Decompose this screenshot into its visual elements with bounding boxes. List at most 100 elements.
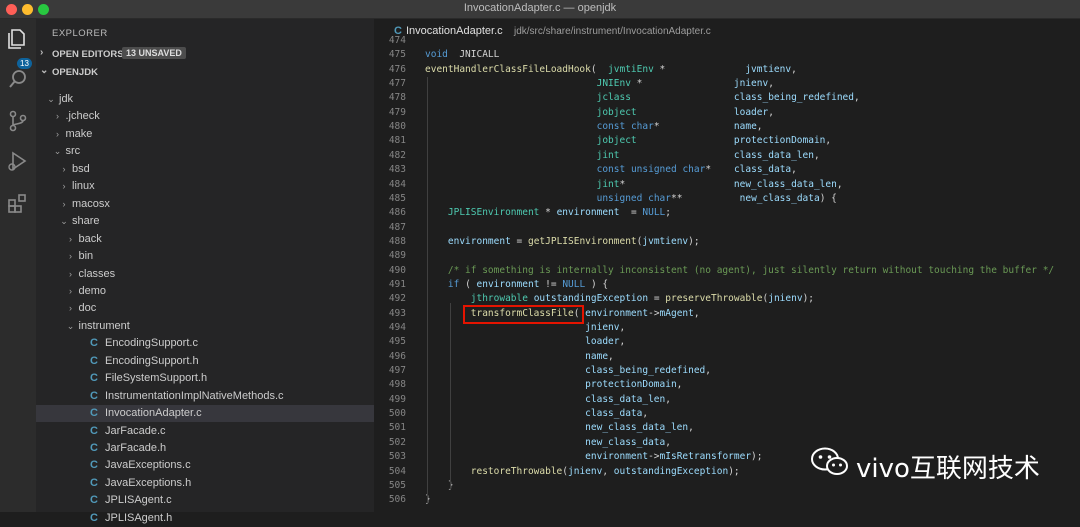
open-editors-section[interactable]: › OPEN EDITORS 13 UNSAVED <box>36 46 374 64</box>
chevron-down-icon: ⌄ <box>53 146 62 157</box>
tree-folder[interactable]: › .jcheck <box>36 108 374 125</box>
tree-folder[interactable]: › classes <box>36 266 374 283</box>
tree-file[interactable]: C JavaExceptions.h <box>36 475 374 492</box>
tree-file[interactable]: C FileSystemSupport.h <box>36 370 374 387</box>
line-number: 494 <box>388 322 406 333</box>
tree-file[interactable]: C JarFacade.h <box>36 440 374 457</box>
code-token: /* if something is internally inconsiste… <box>447 264 1055 276</box>
line-number: 502 <box>388 436 406 448</box>
tree-item-label: bin <box>78 250 94 263</box>
code-token: * <box>653 121 734 133</box>
code-token: environment <box>476 278 540 290</box>
code-token: jint <box>596 149 620 161</box>
code-token: , <box>813 149 820 161</box>
tree-file[interactable]: C InvocationAdapter.c <box>36 405 374 423</box>
tree-file[interactable]: C InstrumentationImplNativeMethods.c <box>36 388 374 405</box>
code-token: ** <box>670 192 740 204</box>
tree-folder[interactable]: › make <box>36 126 374 143</box>
line-number: 500 <box>388 408 406 420</box>
code-token: jnienv <box>585 322 620 333</box>
tree-file[interactable]: C JPLISAgent.h <box>36 510 374 527</box>
tree-item-label: JPLISAgent.h <box>105 511 173 524</box>
tree-folder[interactable]: › doc <box>36 300 374 317</box>
c-file-icon: C <box>90 424 98 437</box>
code-token: * <box>619 178 734 190</box>
tree-item-label: bsd <box>72 162 90 175</box>
code-line: const unsigned char* class_data, <box>425 164 797 175</box>
tree-file[interactable]: C JavaExceptions.c <box>36 457 374 474</box>
c-file-icon: C <box>90 476 98 489</box>
code-line: class_data_len, <box>425 394 671 405</box>
tab-filename[interactable]: InvocationAdapter.c <box>406 25 503 37</box>
code-token: jvmtienv <box>642 235 689 247</box>
code-token: , <box>619 336 626 348</box>
code-token: new_class_data_len <box>733 178 837 190</box>
line-number: 484 <box>388 178 406 190</box>
tree-item-label: instrument <box>78 319 130 332</box>
code-token: ); <box>688 235 700 247</box>
tree-file[interactable]: C EncodingSupport.h <box>36 353 374 370</box>
line-number: 491 <box>388 278 406 290</box>
chevron-down-icon: ⌄ <box>60 216 68 227</box>
breadcrumb[interactable]: jdk/src/share/instrument/InvocationAdapt… <box>514 26 711 37</box>
tree-folder[interactable]: › bin <box>36 248 374 265</box>
chevron-right-icon: › <box>62 163 66 174</box>
tree-folder[interactable]: › macosx <box>36 196 374 213</box>
code-token: restoreThrowable <box>470 465 563 477</box>
tree-folder[interactable]: ⌄ src <box>36 143 374 160</box>
run-debug-icon[interactable] <box>6 149 30 173</box>
line-number: 478 <box>388 92 406 104</box>
line-number: 493 <box>388 307 406 319</box>
tree-file[interactable]: C JPLISAgent.c <box>36 492 374 509</box>
code-token: , <box>791 164 797 176</box>
line-number: 492 <box>388 293 406 305</box>
tree-file[interactable]: C JarFacade.c <box>36 423 374 440</box>
chevron-right-icon: › <box>56 128 59 139</box>
code-token: , <box>642 408 649 420</box>
line-number: 503 <box>388 451 406 463</box>
code-line: eventHandlerClassFileLoadHook( jvmtiEnv … <box>425 64 797 75</box>
tree-file[interactable]: C EncodingSupport.c <box>36 335 374 352</box>
tree-folder[interactable]: ⌄ jdk <box>36 91 374 108</box>
code-line: restoreThrowable(jnienv, outstandingExce… <box>425 466 740 477</box>
code-token: , <box>608 350 614 362</box>
code-line: if ( environment != NULL ) { <box>425 279 608 290</box>
source-control-icon[interactable] <box>6 109 30 133</box>
code-line: loader, <box>425 336 625 347</box>
code-token: * <box>630 78 734 90</box>
code-token: name <box>585 350 609 362</box>
c-file-icon: C <box>90 372 98 385</box>
code-token: unsigned <box>630 164 677 176</box>
code-token: eventHandlerClassFileLoadHook <box>425 63 591 75</box>
extensions-icon[interactable] <box>6 191 30 215</box>
highlight-box <box>463 304 584 324</box>
code-token: char <box>648 192 671 204</box>
tree-folder[interactable]: ⌄ instrument <box>36 318 374 335</box>
code-token: JNICALL <box>447 49 500 61</box>
line-number: 505 <box>388 479 406 491</box>
tree-folder[interactable]: › demo <box>36 283 374 300</box>
tree-folder[interactable]: › bsd <box>36 161 374 178</box>
code-token: jclass <box>596 92 631 104</box>
window-title: InvocationAdapter.c — openjdk <box>463 2 617 14</box>
code-token: environment <box>585 307 649 319</box>
chevron-right-icon: › <box>62 181 66 192</box>
tree-folder[interactable]: › linux <box>36 178 374 195</box>
code-token: jint <box>596 178 620 190</box>
code-token: mIsRetransformer <box>659 451 752 463</box>
tree-item-label: doc <box>78 302 97 315</box>
project-section[interactable]: ⌄ OPENJDK <box>36 64 374 82</box>
code-token: , <box>693 307 700 319</box>
code-token: protectionDomain <box>585 379 677 391</box>
tree-folder[interactable]: ⌄ share <box>36 213 374 230</box>
line-number: 483 <box>388 164 406 176</box>
explorer-icon[interactable] <box>6 27 30 51</box>
code-token: = <box>648 293 666 305</box>
tree-folder[interactable]: › back <box>36 231 374 248</box>
search-icon[interactable] <box>6 67 30 91</box>
